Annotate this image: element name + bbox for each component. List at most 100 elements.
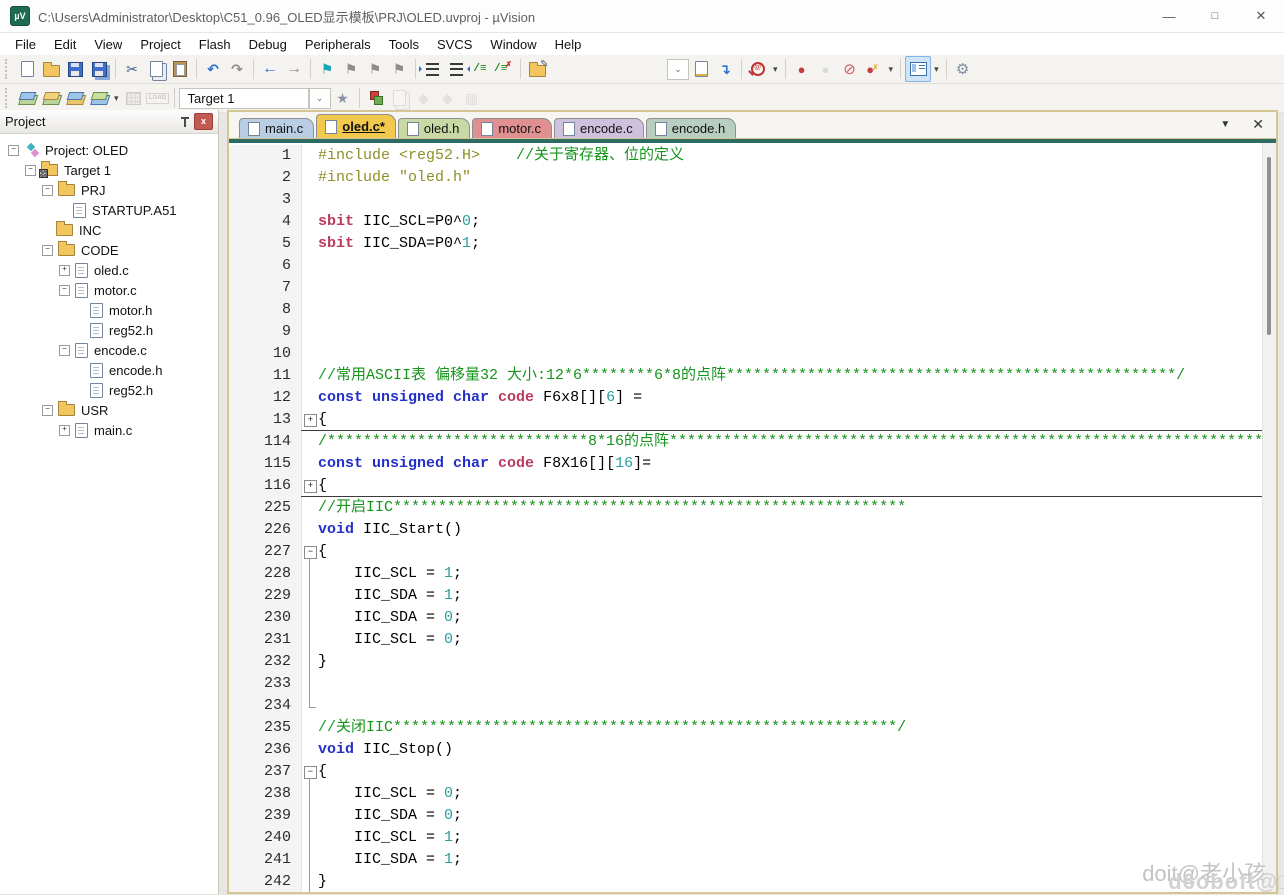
tree-item-encode-c[interactable]: −encode.c [0, 340, 218, 360]
code-line-13[interactable]: 13+{ [229, 409, 1263, 431]
translate-button[interactable] [15, 86, 39, 110]
tree-item-encode-h[interactable]: encode.h [0, 360, 218, 380]
search-mag-button[interactable] [746, 57, 770, 81]
code-line-7[interactable]: 7 [229, 277, 1263, 299]
tree-item-inc[interactable]: INC [0, 220, 218, 240]
menu-peripherals[interactable]: Peripherals [296, 35, 380, 54]
diamond-b-button[interactable]: ◆ [436, 86, 460, 110]
code-line-242[interactable]: 242} [229, 871, 1263, 892]
code-line-116[interactable]: 116+{ [229, 475, 1263, 497]
pin-icon[interactable] [180, 116, 190, 128]
wrench-button[interactable]: ⚙ [951, 57, 975, 81]
menu-file[interactable]: File [6, 35, 45, 54]
manage-rte-button[interactable] [364, 86, 388, 110]
navigate-back-button[interactable]: ← [258, 57, 282, 81]
tree-item-reg52-h[interactable]: reg52.h [0, 320, 218, 340]
tab-oled.h[interactable]: oled.h [398, 118, 470, 138]
indent-button[interactable] [420, 57, 444, 81]
bp-disable-button[interactable]: ● [814, 57, 838, 81]
tree-item-usr[interactable]: −USR [0, 400, 218, 420]
collapse-icon[interactable]: − [42, 245, 53, 256]
menu-svcs[interactable]: SVCS [428, 35, 481, 54]
window-layout-button[interactable] [905, 56, 931, 82]
collapse-icon[interactable]: − [8, 145, 19, 156]
code-line-241[interactable]: 241 IIC_SDA = 1; [229, 849, 1263, 871]
tree-item-prj[interactable]: −PRJ [0, 180, 218, 200]
tree-item-motor-c[interactable]: −motor.c [0, 280, 218, 300]
fold-expand-icon[interactable]: + [304, 414, 317, 427]
find-in-files-button[interactable] [525, 57, 549, 81]
tab-oled.c[interactable]: oled.c* [316, 114, 396, 138]
dropdown-arrow-icon[interactable]: ▾ [931, 64, 942, 75]
code-line-240[interactable]: 240 IIC_SCL = 1; [229, 827, 1263, 849]
bp-kill-all-button[interactable]: ●✗ [862, 57, 886, 81]
comment-selection-button[interactable]: /≡ [468, 57, 492, 81]
code-line-228[interactable]: 228 IIC_SCL = 1; [229, 563, 1263, 585]
options-wizard-button[interactable]: ★ [331, 86, 355, 110]
code-line-2[interactable]: 2#include "oled.h" [229, 167, 1263, 189]
bp-kill-button[interactable]: ⊘ [838, 57, 862, 81]
menu-project[interactable]: Project [131, 35, 189, 54]
tab-motor.c[interactable]: motor.c [472, 118, 552, 138]
diamond-c-button[interactable]: ▦ [460, 86, 484, 110]
collapse-icon[interactable]: − [25, 165, 36, 176]
dropdown-arrow-icon[interactable]: ▾ [770, 64, 781, 75]
code-line-238[interactable]: 238 IIC_SCL = 0; [229, 783, 1263, 805]
fold-expand-icon[interactable]: + [304, 480, 317, 493]
close-button[interactable]: ✕ [1238, 0, 1284, 32]
collapse-icon[interactable]: − [59, 345, 70, 356]
target-select[interactable]: Target 1 [179, 88, 309, 109]
bp-toggle-button[interactable]: ● [790, 57, 814, 81]
tab-encode.h[interactable]: encode.h [646, 118, 737, 138]
code-line-225[interactable]: 225//开启IIC******************************… [229, 497, 1263, 519]
tree-item-reg52-h[interactable]: reg52.h [0, 380, 218, 400]
menu-flash[interactable]: Flash [190, 35, 240, 54]
code-area[interactable]: 1#include <reg52.H> //关于寄存器、位的定义2#includ… [229, 143, 1276, 892]
manage-books-button[interactable] [388, 86, 412, 110]
code-line-6[interactable]: 6 [229, 255, 1263, 277]
code-line-236[interactable]: 236void IIC_Stop() [229, 739, 1263, 761]
code-line-8[interactable]: 8 [229, 299, 1263, 321]
copy-button[interactable] [144, 57, 168, 81]
fold-collapse-icon[interactable]: − [304, 546, 317, 559]
paste-button[interactable] [168, 57, 192, 81]
code-line-234[interactable]: 234 [229, 695, 1263, 717]
code-line-5[interactable]: 5sbit IIC_SDA=P0^1; [229, 233, 1263, 255]
find-text-combo[interactable]: ⌄ [667, 59, 689, 80]
bookmark-toggle-button[interactable]: ⚑ [315, 57, 339, 81]
tree-item-target-1[interactable]: −Target 1 [0, 160, 218, 180]
stop-build-button[interactable] [122, 86, 146, 110]
vertical-scrollbar[interactable] [1262, 143, 1276, 892]
code-line-11[interactable]: 11//常用ASCII表 偏移量32 大小:12*6********6*8的点阵… [229, 365, 1263, 387]
rebuild-button[interactable] [63, 86, 87, 110]
code-line-231[interactable]: 231 IIC_SCL = 0; [229, 629, 1263, 651]
redo-button[interactable]: ↷ [225, 57, 249, 81]
expand-icon[interactable]: + [59, 265, 70, 276]
code-line-229[interactable]: 229 IIC_SDA = 1; [229, 585, 1263, 607]
outdent-button[interactable] [444, 57, 468, 81]
menu-view[interactable]: View [85, 35, 131, 54]
cut-button[interactable]: ✂ [120, 57, 144, 81]
tree-item-main-c[interactable]: +main.c [0, 420, 218, 440]
code-line-9[interactable]: 9 [229, 321, 1263, 343]
target-select-dropdown[interactable]: ⌄ [309, 88, 331, 109]
code-line-232[interactable]: 232} [229, 651, 1263, 673]
dropdown-arrow-icon[interactable]: ▾ [111, 93, 122, 104]
code-line-3[interactable]: 3 [229, 189, 1263, 211]
code-line-115[interactable]: 115const unsigned char code F8X16[][16]= [229, 453, 1263, 475]
code-line-1[interactable]: 1#include <reg52.H> //关于寄存器、位的定义 [229, 145, 1263, 167]
menu-debug[interactable]: Debug [240, 35, 296, 54]
tab-encode.c[interactable]: encode.c [554, 118, 644, 138]
collapse-icon[interactable]: − [42, 185, 53, 196]
incremental-find-button[interactable]: ↴ [713, 57, 737, 81]
dropdown-arrow-icon[interactable]: ▾ [886, 64, 897, 75]
undo-button[interactable]: ↶ [201, 57, 225, 81]
find-next-doc-button[interactable] [689, 57, 713, 81]
maximize-button[interactable]: □ [1192, 0, 1238, 32]
code-line-114[interactable]: 114/*****************************8*16的点阵… [229, 431, 1263, 453]
tree-item-oled-c[interactable]: +oled.c [0, 260, 218, 280]
code-line-226[interactable]: 226void IIC_Start() [229, 519, 1263, 541]
fold-collapse-icon[interactable]: − [304, 766, 317, 779]
menu-window[interactable]: Window [481, 35, 545, 54]
navigate-forward-button[interactable]: → [282, 57, 306, 81]
